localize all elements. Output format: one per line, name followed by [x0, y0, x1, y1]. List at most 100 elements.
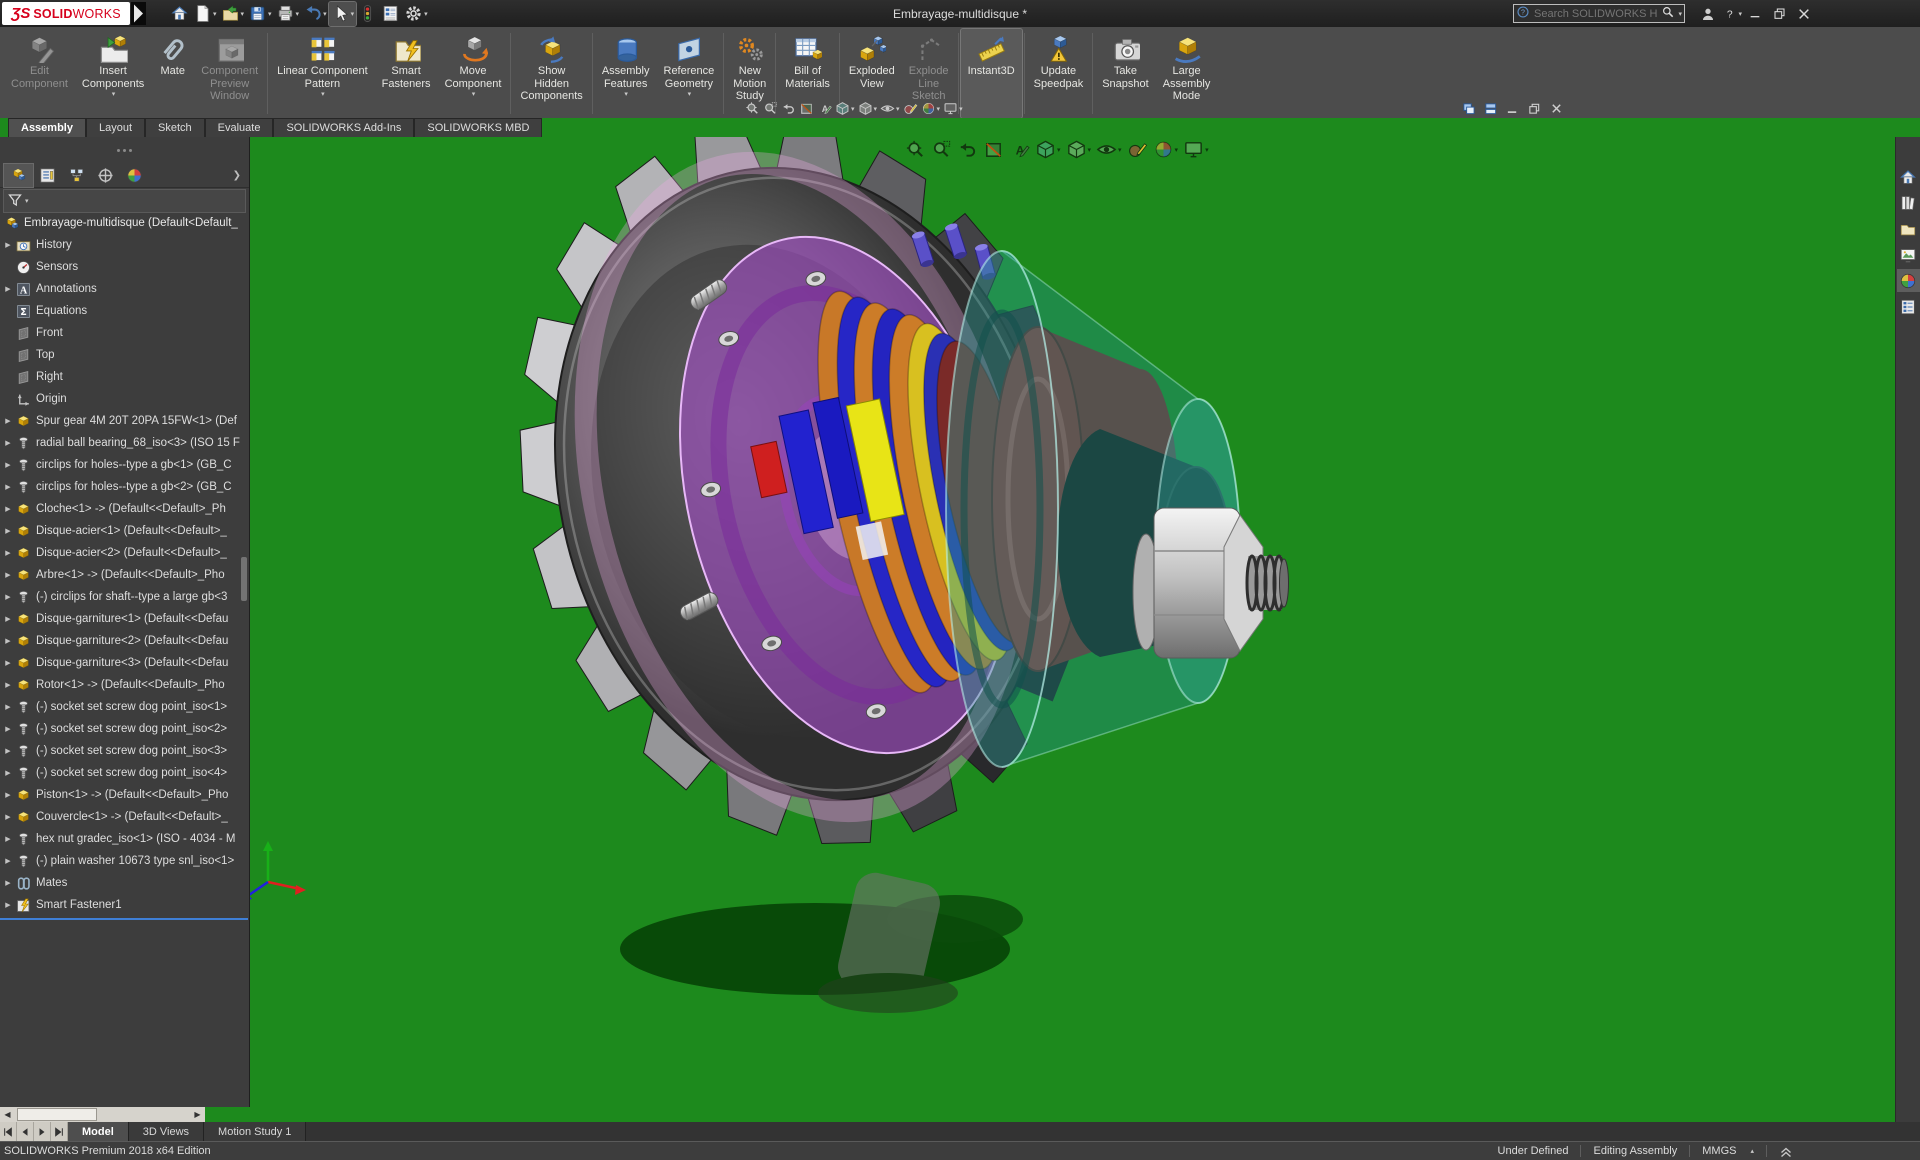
take-snapshot-button[interactable]: Take Snapshot — [1095, 29, 1155, 118]
tab-scroll-first-button[interactable] — [0, 1122, 17, 1141]
search-dropdown-icon[interactable]: ▾ — [1678, 10, 1682, 18]
restore-document-icon[interactable] — [1526, 101, 1542, 115]
tree-item[interactable]: ▶ Disque-acier<1> (Default<<Default>_ — [0, 520, 249, 542]
section-view-icon[interactable] — [983, 139, 1004, 160]
minimize-button[interactable] — [1746, 4, 1766, 24]
file-explorer-icon[interactable] — [1897, 217, 1920, 240]
expand-arrow-icon[interactable]: ▶ — [0, 879, 16, 887]
expand-arrow-icon[interactable]: ▶ — [0, 725, 16, 733]
apply-scene-icon[interactable]: ▾ — [1153, 139, 1178, 160]
expand-arrow-icon[interactable]: ▶ — [0, 857, 16, 865]
tab-scroll-prev-button[interactable] — [17, 1122, 34, 1141]
view-settings-icon[interactable]: ▾ — [1183, 139, 1209, 160]
expand-arrow-icon[interactable]: ▶ — [0, 461, 16, 469]
expand-arrow-icon[interactable]: ▶ — [0, 505, 16, 513]
performance-stoplight-icon[interactable] — [356, 2, 379, 26]
tree-item[interactable]: ▶ A Annotations — [0, 278, 249, 300]
scrollbar-thumb[interactable] — [17, 1108, 97, 1121]
mate-button[interactable]: Mate — [151, 29, 194, 118]
menu-expand-arrow-icon[interactable] — [131, 2, 146, 25]
zoom-to-fit-icon[interactable] — [905, 139, 926, 160]
tree-item[interactable]: Top — [0, 344, 249, 366]
expand-arrow-icon[interactable]: ▶ — [0, 549, 16, 557]
featuremanager-design-tree-tab[interactable] — [3, 163, 34, 188]
tab-scroll-next-button[interactable] — [34, 1122, 51, 1141]
tree-item[interactable]: ▶ (-) socket set screw dog point_iso<2> — [0, 718, 249, 740]
mini-hide-show-items-icon[interactable]: ▾ — [880, 101, 900, 116]
mini-apply-scene-icon[interactable]: ▾ — [921, 101, 940, 116]
tab-scroll-last-button[interactable] — [51, 1122, 68, 1141]
close-button[interactable] — [1794, 4, 1814, 24]
hide-show-items-icon[interactable]: ▾ — [1096, 139, 1122, 160]
dropdown-caret-icon[interactable]: ▾ — [424, 10, 428, 18]
tree-item[interactable]: ▶ Rotor<1> -> (Default<<Default>_Pho — [0, 674, 249, 696]
mini-previous-view-icon[interactable] — [781, 101, 796, 116]
tree-item[interactable]: ▶ Couvercle<1> -> (Default<<Default>_ — [0, 806, 249, 828]
instant3d-button[interactable]: Instant3D — [959, 28, 1023, 119]
configurationmanager-tab[interactable] — [62, 164, 91, 187]
home-icon[interactable] — [168, 2, 191, 26]
propertymanager-tab[interactable] — [33, 164, 62, 187]
status-mmgs[interactable]: MMGS ▴ — [1690, 1142, 1766, 1160]
tree-item[interactable]: ▶ Disque-acier<2> (Default<<Default>_ — [0, 542, 249, 564]
update-speedpak-button[interactable]: Update Speedpak — [1027, 29, 1091, 118]
report-icon[interactable] — [379, 2, 402, 26]
view-orientation-icon[interactable]: ▾ — [1035, 139, 1061, 160]
tree-item[interactable]: ▶ Cloche<1> -> (Default<<Default>_Ph — [0, 498, 249, 520]
expand-arrow-icon[interactable]: ▶ — [0, 813, 16, 821]
tree-item[interactable]: ▶ circlips for holes--type a gb<1> (GB_C — [0, 454, 249, 476]
assembly-features-button[interactable]: Assembly Features ▾ — [595, 29, 657, 118]
doc-tab-model[interactable]: Model — [68, 1122, 129, 1141]
expand-arrow-icon[interactable]: ▶ — [0, 747, 16, 755]
expand-arrow-icon[interactable]: ▶ — [0, 659, 16, 667]
show-hidden-components-button[interactable]: Show Hidden Components — [513, 29, 589, 118]
dropdown-caret-icon[interactable]: ▾ — [296, 10, 300, 18]
tree-item[interactable]: Origin — [0, 388, 249, 410]
mini-zoom-to-area-icon[interactable] — [763, 101, 778, 116]
expand-arrow-icon[interactable]: ▶ — [0, 615, 16, 623]
expand-arrow-icon[interactable]: ▶ — [0, 417, 16, 425]
open-icon[interactable]: ▾ — [219, 2, 247, 26]
tree-item[interactable]: ▶ (-) socket set screw dog point_iso<3> — [0, 740, 249, 762]
tree-item[interactable]: ▶ Disque-garniture<2> (Default<<Defau — [0, 630, 249, 652]
tree-filter-box[interactable]: ▾ — [3, 189, 246, 213]
mini-zoom-to-fit-icon[interactable] — [745, 101, 760, 116]
dropdown-caret-icon[interactable]: ▾ — [624, 90, 628, 98]
tab-sketch[interactable]: Sketch — [145, 118, 205, 137]
print-icon[interactable]: ▾ — [274, 2, 302, 26]
dropdown-caret-icon[interactable]: ▾ — [351, 10, 355, 18]
previous-view-icon[interactable] — [957, 139, 978, 160]
panel-horizontal-scrollbar[interactable]: ◀ ▶ — [0, 1107, 205, 1122]
tree-item[interactable]: ▶ Arbre<1> -> (Default<<Default>_Pho — [0, 564, 249, 586]
displaymanager-tab[interactable] — [120, 164, 149, 187]
expand-arrow-icon[interactable]: ▶ — [0, 681, 16, 689]
filter-dropdown-icon[interactable]: ▾ — [25, 197, 29, 205]
edit-appearance-icon[interactable] — [1127, 139, 1148, 160]
large-assembly-mode-button[interactable]: Large Assembly Mode — [1156, 29, 1218, 118]
tree-item[interactable]: ▶ circlips for holes--type a gb<2> (GB_C — [0, 476, 249, 498]
expand-arrow-icon[interactable]: ▶ — [0, 637, 16, 645]
tree-item[interactable]: ▶ Disque-garniture<1> (Default<<Defau — [0, 608, 249, 630]
tree-root-item[interactable]: Embrayage-multidisque (Default<Default_ — [0, 212, 249, 234]
minimize-document-icon[interactable] — [1504, 101, 1520, 115]
dropdown-caret-icon[interactable]: ▾ — [112, 90, 116, 98]
tree-item[interactable]: Right — [0, 366, 249, 388]
dropdown-caret-icon[interactable]: ▾ — [1738, 10, 1742, 18]
hide-show-annotations-icon[interactable]: A — [1009, 139, 1030, 160]
expand-arrow-icon[interactable]: ▶ — [0, 791, 16, 799]
view-palette-icon[interactable] — [1897, 243, 1920, 266]
appearances-scenes-icon[interactable] — [1896, 269, 1920, 292]
tree-item[interactable]: Front — [0, 322, 249, 344]
close-document-icon[interactable] — [1548, 101, 1564, 115]
design-library-icon[interactable] — [1897, 191, 1920, 214]
mini-view-orientation-icon[interactable]: ▾ — [835, 101, 855, 116]
panel-expand-chevron-icon[interactable]: ❯ — [233, 164, 241, 187]
expand-arrow-icon[interactable]: ▶ — [0, 571, 16, 579]
graphics-area[interactable] — [0, 137, 1920, 1122]
dropdown-caret-icon[interactable]: ▾ — [472, 90, 476, 98]
mini-view-settings-icon[interactable]: ▾ — [943, 101, 963, 116]
mini-hide-show-annotations-icon[interactable]: A — [817, 101, 832, 116]
dropdown-caret-icon[interactable]: ▾ — [321, 90, 325, 98]
tree-item[interactable]: Σ Equations — [0, 300, 249, 322]
doc-tab-3d-views[interactable]: 3D Views — [128, 1122, 205, 1141]
